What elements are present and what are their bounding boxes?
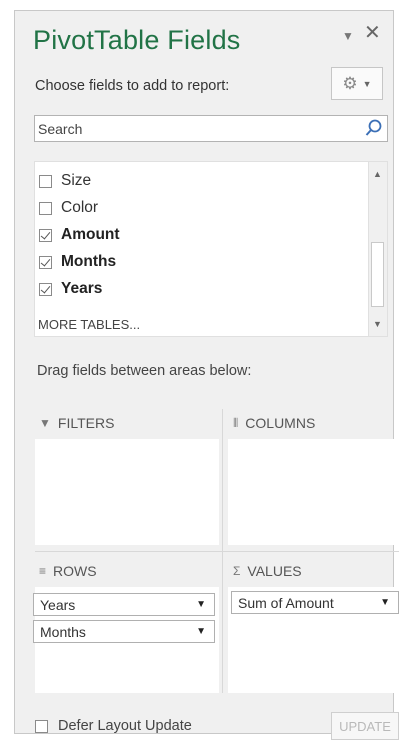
rows-field-years[interactable]: Years ▼: [33, 593, 215, 616]
field-label: Color: [61, 199, 99, 216]
filters-area-label: FILTERS: [57, 415, 115, 431]
field-label: Size: [61, 172, 92, 189]
chevron-down-icon: ▼: [362, 78, 372, 89]
search-icon[interactable]: [363, 117, 385, 139]
values-field-sum-of-amount[interactable]: Sum of Amount ▼: [231, 591, 399, 614]
rows-field-label: Months: [40, 623, 86, 640]
close-icon[interactable]: ✕: [364, 23, 381, 43]
scroll-up-icon[interactable]: ▲: [373, 169, 382, 179]
filter-icon: ▼: [39, 416, 51, 430]
field-item-months[interactable]: Months: [39, 251, 116, 273]
field-label: Years: [61, 280, 103, 297]
area-divider-horizontal: [35, 551, 399, 552]
rows-area-header: ≡ ROWS: [39, 563, 97, 579]
values-area-header: Σ VALUES: [233, 563, 302, 579]
columns-area-label: COLUMNS: [245, 415, 316, 431]
pane-title: PivotTable Fields: [33, 25, 241, 55]
columns-area-header: ⦀ COLUMNS: [233, 415, 315, 431]
search-input[interactable]: Search: [34, 115, 388, 142]
field-checkbox[interactable]: [39, 174, 52, 188]
gear-icon: ⚙: [342, 73, 358, 93]
defer-layout-checkbox[interactable]: [35, 719, 48, 733]
field-checkbox[interactable]: [39, 201, 52, 215]
search-input-value: Search: [38, 121, 83, 137]
choose-fields-label: Choose fields to add to report:: [35, 78, 230, 94]
values-field-label: Sum of Amount: [238, 594, 334, 611]
chevron-down-icon[interactable]: ▼: [196, 626, 206, 637]
defer-layout-update[interactable]: Defer Layout Update: [35, 718, 192, 734]
filters-drop-area[interactable]: [35, 439, 219, 545]
chevron-down-icon[interactable]: ▼: [342, 29, 354, 43]
drag-fields-label: Drag fields between areas below:: [37, 363, 252, 379]
columns-drop-area[interactable]: [228, 439, 399, 545]
field-checkbox[interactable]: [39, 282, 52, 296]
field-item-color[interactable]: Color: [39, 197, 98, 219]
field-list: Size Color Amount Months Years MORE TABL…: [34, 161, 388, 337]
sigma-icon: Σ: [233, 564, 241, 578]
defer-layout-label: Defer Layout Update: [58, 718, 192, 734]
chevron-down-icon[interactable]: ▼: [380, 597, 390, 608]
field-item-years[interactable]: Years: [39, 278, 102, 300]
field-item-amount[interactable]: Amount: [39, 224, 120, 246]
pivottable-fields-pane: PivotTable Fields ▼ ✕ Choose fields to a…: [14, 10, 399, 740]
tools-button[interactable]: ⚙ ▼: [331, 67, 383, 100]
field-checkbox[interactable]: [39, 228, 52, 242]
rows-area-label: ROWS: [53, 563, 97, 579]
field-label: Months: [61, 253, 117, 270]
rows-icon: ≡: [39, 564, 47, 578]
filters-area-header: ▼ FILTERS: [39, 415, 114, 431]
update-button[interactable]: UPDATE: [331, 712, 399, 740]
columns-icon: ⦀: [233, 415, 239, 430]
rows-field-months[interactable]: Months ▼: [33, 620, 215, 643]
field-list-scrollbar[interactable]: ▲ ▼: [368, 162, 387, 336]
more-tables-link[interactable]: MORE TABLES...: [38, 317, 140, 332]
field-checkbox[interactable]: [39, 255, 52, 269]
scrollbar-thumb[interactable]: [371, 242, 384, 307]
scroll-down-icon[interactable]: ▼: [373, 319, 382, 329]
field-item-size[interactable]: Size: [39, 170, 91, 192]
field-label: Amount: [61, 226, 120, 243]
rows-field-label: Years: [40, 596, 76, 613]
chevron-down-icon[interactable]: ▼: [196, 599, 206, 610]
values-area-label: VALUES: [247, 563, 302, 579]
